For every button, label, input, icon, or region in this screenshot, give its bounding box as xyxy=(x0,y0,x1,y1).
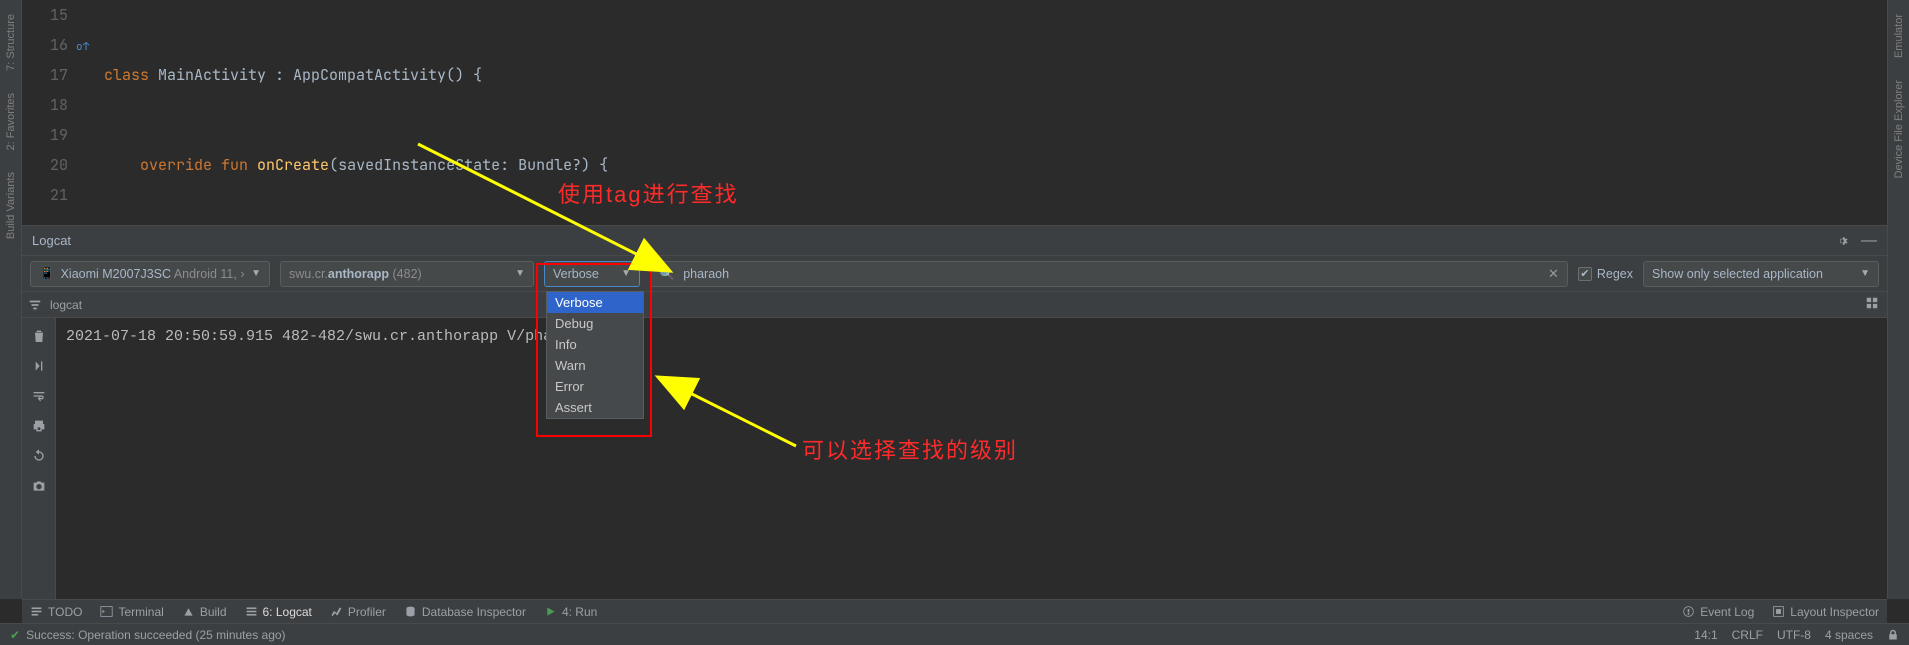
log-search-field[interactable]: 🔍 ✕ xyxy=(650,261,1568,287)
lock-icon[interactable] xyxy=(1887,629,1899,641)
restart-icon[interactable] xyxy=(31,448,47,464)
log-level-option[interactable]: Warn xyxy=(547,355,643,376)
log-search-input[interactable] xyxy=(681,266,1542,282)
profiler-tab[interactable]: Profiler xyxy=(330,605,386,619)
process-selector[interactable]: swu.cr.anthorapp (482) ▼ xyxy=(280,261,534,287)
chevron-down-icon: ▼ xyxy=(621,268,631,279)
status-message: Success: Operation succeeded (25 minutes… xyxy=(26,628,285,642)
chevron-down-icon: ▼ xyxy=(515,268,525,279)
log-level-option[interactable]: Error xyxy=(547,376,643,397)
filter-icon[interactable] xyxy=(28,298,42,312)
line-number: 18 xyxy=(22,90,68,120)
logcat-tab[interactable]: 6: Logcat xyxy=(245,605,312,619)
build-variants-tab[interactable]: Build Variants xyxy=(3,166,19,245)
indent-setting[interactable]: 4 spaces xyxy=(1825,628,1873,642)
log-level-option[interactable]: Info xyxy=(547,334,643,355)
code-line[interactable]: class MainActivity : AppCompatActivity()… xyxy=(98,60,1887,90)
code-line[interactable]: override fun onCreate(savedInstanceState… xyxy=(98,150,1887,180)
event-log-tab[interactable]: Event Log xyxy=(1682,605,1754,619)
logcat-header: Logcat — xyxy=(22,226,1887,256)
soft-wrap-icon[interactable] xyxy=(31,388,47,404)
scroll-end-icon[interactable] xyxy=(31,358,47,374)
code-editor[interactable]: 15 16 17 18 19 20 21 o↑ class MainActivi… xyxy=(22,0,1887,225)
database-inspector-tab[interactable]: Database Inspector xyxy=(404,605,526,619)
log-level-option[interactable]: Verbose xyxy=(547,292,643,313)
clear-search-icon[interactable]: ✕ xyxy=(1548,266,1559,282)
logcat-body: 2021-07-18 20:50:59.915 482-482/swu.cr.a… xyxy=(22,318,1887,599)
layout-inspector-tab[interactable]: Layout Inspector xyxy=(1772,605,1879,619)
build-tab[interactable]: Build xyxy=(182,605,227,619)
override-icon[interactable]: o↑ xyxy=(76,32,89,62)
log-level-option[interactable]: Assert xyxy=(547,397,643,418)
gear-icon[interactable] xyxy=(1835,234,1849,248)
emulator-tab[interactable]: Emulator xyxy=(1891,8,1907,64)
line-number: 17 xyxy=(22,60,68,90)
favorites-tab[interactable]: 2: Favorites xyxy=(3,87,19,156)
chevron-down-icon: ▼ xyxy=(1860,268,1870,279)
caret-position[interactable]: 14:1 xyxy=(1694,628,1717,642)
structure-tab[interactable]: 7: Structure xyxy=(3,8,19,77)
device-selector[interactable]: 📱 Xiaomi M2007J3SC Android 11, › ▼ xyxy=(30,261,270,287)
regex-checkbox[interactable]: ✔Regex xyxy=(1578,267,1633,281)
status-bar: ✔ Success: Operation succeeded (25 minut… xyxy=(0,623,1909,645)
line-number: 19 xyxy=(22,120,68,150)
file-encoding[interactable]: UTF-8 xyxy=(1777,628,1811,642)
editor-code[interactable]: class MainActivity : AppCompatActivity()… xyxy=(98,0,1887,225)
right-toolbar: Emulator Device File Explorer xyxy=(1887,0,1909,599)
phone-icon: 📱 xyxy=(39,266,55,281)
line-number: 20 xyxy=(22,150,68,180)
line-separator[interactable]: CRLF xyxy=(1732,628,1763,642)
print-icon[interactable] xyxy=(31,418,47,434)
line-number: 16 xyxy=(22,30,68,60)
run-tab[interactable]: 4: Run xyxy=(544,605,597,619)
logcat-title: Logcat xyxy=(32,233,71,248)
minimize-icon[interactable]: — xyxy=(1861,232,1877,250)
log-level-selector[interactable]: Verbose ▼ xyxy=(544,261,640,287)
logcat-tab[interactable]: logcat xyxy=(50,298,82,312)
success-icon: ✔ xyxy=(10,628,20,642)
log-level-option[interactable]: Debug xyxy=(547,313,643,334)
search-icon: 🔍 xyxy=(659,266,675,282)
logcat-tabbar: logcat xyxy=(22,292,1887,318)
logcat-toolbar: 📱 Xiaomi M2007J3SC Android 11, › ▼ swu.c… xyxy=(22,256,1887,292)
todo-tab[interactable]: TODO xyxy=(30,605,82,619)
log-level-dropdown[interactable]: Verbose Debug Info Warn Error Assert xyxy=(546,291,644,419)
layout-icon[interactable] xyxy=(1865,296,1879,310)
terminal-tab[interactable]: Terminal xyxy=(100,605,163,619)
logcat-panel: Logcat — 📱 Xiaomi M2007J3SC Android 11, … xyxy=(22,225,1887,599)
trash-icon[interactable] xyxy=(31,328,47,344)
chevron-down-icon: ▼ xyxy=(251,268,261,279)
bottom-toolbar: TODO Terminal Build 6: Logcat Profiler D… xyxy=(22,599,1887,623)
filter-selector[interactable]: Show only selected application ▼ xyxy=(1643,261,1879,287)
line-number: 21 xyxy=(22,180,68,210)
line-number: 15 xyxy=(22,0,68,30)
log-output[interactable]: 2021-07-18 20:50:59.915 482-482/swu.cr.a… xyxy=(56,318,1887,599)
left-toolbar: 7: Structure 2: Favorites Build Variants xyxy=(0,0,22,599)
camera-icon[interactable] xyxy=(31,478,47,494)
device-file-explorer-tab[interactable]: Device File Explorer xyxy=(1891,74,1907,184)
logcat-side-toolbar xyxy=(22,318,56,599)
